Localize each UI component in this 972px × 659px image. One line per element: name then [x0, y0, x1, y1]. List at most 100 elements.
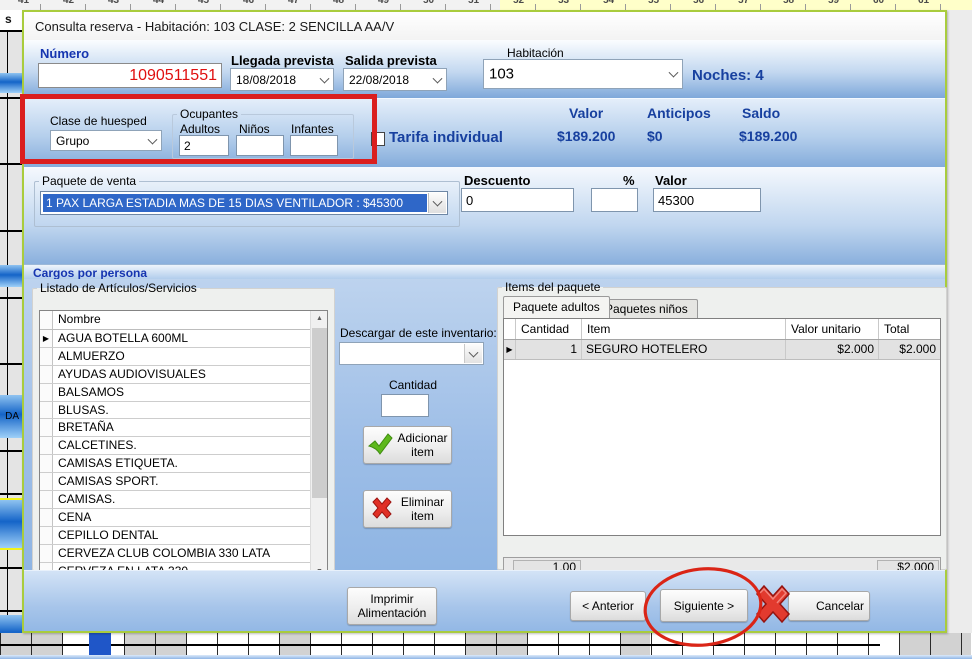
- habitacion-label: Habitación: [507, 46, 564, 60]
- habitacion-combobox[interactable]: 103: [483, 59, 683, 89]
- cantidad-input[interactable]: [381, 394, 429, 417]
- anterior-button[interactable]: < Anterior: [570, 591, 646, 621]
- list-item-label: CENA: [53, 509, 310, 526]
- list-scrollbar[interactable]: ▲ ▼: [310, 311, 327, 580]
- list-item[interactable]: BRETAÑA: [40, 419, 310, 437]
- list-item[interactable]: CAMISAS SPORT.: [40, 473, 310, 491]
- list-item-label: AGUA BOTELLA 600ML: [53, 330, 310, 347]
- listado-articulos-label: Listado de Artículos/Servicios: [37, 281, 200, 295]
- column-number: 55: [648, 0, 659, 6]
- tab-paquetes-ninos[interactable]: Paquetes niños: [595, 299, 698, 318]
- reservation-header-section: Número Llegada prevista 18/08/2018 Salid…: [24, 40, 945, 98]
- column-number: 58: [783, 0, 794, 6]
- col-cantidad: Cantidad: [516, 319, 582, 339]
- paquete-venta-combobox[interactable]: 1 PAX LARGA ESTADIA MAS DE 15 DIAS VENTI…: [40, 191, 448, 215]
- background-row-letter: s: [5, 12, 12, 26]
- column-number: 54: [603, 0, 614, 6]
- noches-label: Noches: 4: [692, 67, 764, 84]
- column-number: 45: [198, 0, 209, 6]
- salida-label: Salida prevista: [345, 53, 437, 68]
- row-marker: [40, 419, 53, 436]
- llegada-label: Llegada prevista: [231, 53, 334, 68]
- selected-row-marker-icon: ▶: [504, 340, 516, 359]
- column-number: 43: [108, 0, 119, 6]
- column-number: 47: [288, 0, 299, 6]
- column-number: 46: [243, 0, 254, 6]
- items-paquete-groupbox: Items del paquete Paquete adultos Paquet…: [497, 280, 947, 570]
- anticipos-amount: $0: [647, 128, 663, 144]
- valor-amount: $189.200: [557, 128, 615, 144]
- list-item[interactable]: AYUDAS AUDIOVISUALES: [40, 366, 310, 384]
- articulos-listbox[interactable]: Nombre ▶AGUA BOTELLA 600MLALMUERZOAYUDAS…: [39, 310, 328, 581]
- numero-input[interactable]: [38, 63, 222, 88]
- dialog-title-bar[interactable]: Consulta reserva - Habitación: 103 CLASE…: [24, 12, 945, 40]
- cancelar-button[interactable]: Cancelar: [788, 591, 870, 621]
- list-item[interactable]: BALSAMOS: [40, 384, 310, 402]
- descuento-input[interactable]: [461, 188, 574, 212]
- listado-articulos-groupbox: Listado de Artículos/Servicios Nombre ▶A…: [32, 281, 335, 571]
- list-item[interactable]: ▶AGUA BOTELLA 600ML: [40, 330, 310, 348]
- cantidad-label: Cantidad: [382, 378, 444, 392]
- items-table-header: Cantidad Item Valor unitario Total: [504, 319, 940, 340]
- paquete-selected-option: 1 PAX LARGA ESTADIA MAS DE 15 DIAS VENTI…: [43, 194, 427, 212]
- x-icon: [369, 496, 395, 523]
- paquete-valor-input[interactable]: [653, 188, 761, 212]
- column-number: 56: [693, 0, 704, 6]
- column-number: 60: [873, 0, 884, 6]
- column-number: 59: [828, 0, 839, 6]
- paquete-venta-label: Paquete de venta: [39, 174, 139, 188]
- dialog-title: Consulta reserva - Habitación: 103 CLASE…: [35, 19, 394, 34]
- items-table[interactable]: Cantidad Item Valor unitario Total ▶ 1 S…: [503, 318, 941, 536]
- list-item[interactable]: CAMISAS ETIQUETA.: [40, 455, 310, 473]
- list-item-label: CEPILLO DENTAL: [53, 527, 310, 544]
- adicionar-item-button[interactable]: Adicionar item: [363, 426, 452, 464]
- annotation-red-rectangle: [20, 94, 377, 164]
- annotation-red-circle: [640, 564, 768, 652]
- descargar-inventario-combobox[interactable]: [339, 342, 484, 365]
- chevron-down-icon: [669, 68, 679, 78]
- col-valor-unitario: Valor unitario: [786, 319, 879, 339]
- column-number: 61: [918, 0, 929, 6]
- list-item-label: BALSAMOS: [53, 384, 310, 401]
- anticipos-header-label: Anticipos: [647, 105, 711, 121]
- list-item-label: BLUSAS.: [53, 402, 310, 419]
- saldo-amount: $189.200: [739, 128, 797, 144]
- chevron-down-icon: [433, 73, 443, 83]
- column-number: 52: [513, 0, 524, 6]
- scroll-up-icon[interactable]: ▲: [311, 311, 328, 327]
- imprimir-alimentacion-button[interactable]: Imprimir Alimentación: [347, 587, 437, 625]
- list-item-label: CAMISAS ETIQUETA.: [53, 455, 310, 472]
- list-item[interactable]: CERVEZA CLUB COLOMBIA 330 LATA: [40, 545, 310, 563]
- list-item[interactable]: BLUSAS.: [40, 402, 310, 420]
- list-item[interactable]: ALMUERZO: [40, 348, 310, 366]
- list-item-label: CAMISAS.: [53, 491, 310, 508]
- row-marker: [40, 402, 53, 419]
- salida-combobox[interactable]: 22/08/2018: [343, 68, 447, 91]
- pct-input[interactable]: [591, 188, 638, 212]
- row-marker: [40, 384, 53, 401]
- scrollbar-thumb[interactable]: [312, 328, 327, 498]
- nombre-column-header: Nombre: [53, 311, 310, 329]
- background-bottom-grid: [0, 633, 972, 659]
- column-number: 53: [558, 0, 569, 6]
- row-marker: [40, 527, 53, 544]
- tab-paquete-adultos[interactable]: Paquete adultos: [503, 296, 610, 318]
- list-item[interactable]: CEPILLO DENTAL: [40, 527, 310, 545]
- row-marker: [40, 437, 53, 454]
- adicionar-item-label: Adicionar item: [397, 431, 449, 459]
- eliminar-item-button[interactable]: Eliminar item: [363, 490, 452, 528]
- list-item[interactable]: CAMISAS.: [40, 491, 310, 509]
- list-item[interactable]: CENA: [40, 509, 310, 527]
- list-item[interactable]: CALCETINES.: [40, 437, 310, 455]
- background-cell-da: DA: [0, 395, 22, 438]
- list-header-row: Nombre: [40, 311, 310, 330]
- llegada-combobox[interactable]: 18/08/2018: [230, 68, 334, 91]
- numero-label: Número: [40, 46, 89, 61]
- cargos-section: Listado de Artículos/Servicios Nombre ▶A…: [24, 279, 945, 570]
- selected-row-marker-icon: ▶: [40, 330, 53, 347]
- table-row[interactable]: ▶ 1 SEGURO HOTELERO $2.000 $2.000: [504, 340, 940, 360]
- list-item-label: AYUDAS AUDIOVISUALES: [53, 366, 310, 383]
- row-marker: [40, 509, 53, 526]
- column-number: 48: [333, 0, 344, 6]
- row-marker: [40, 366, 53, 383]
